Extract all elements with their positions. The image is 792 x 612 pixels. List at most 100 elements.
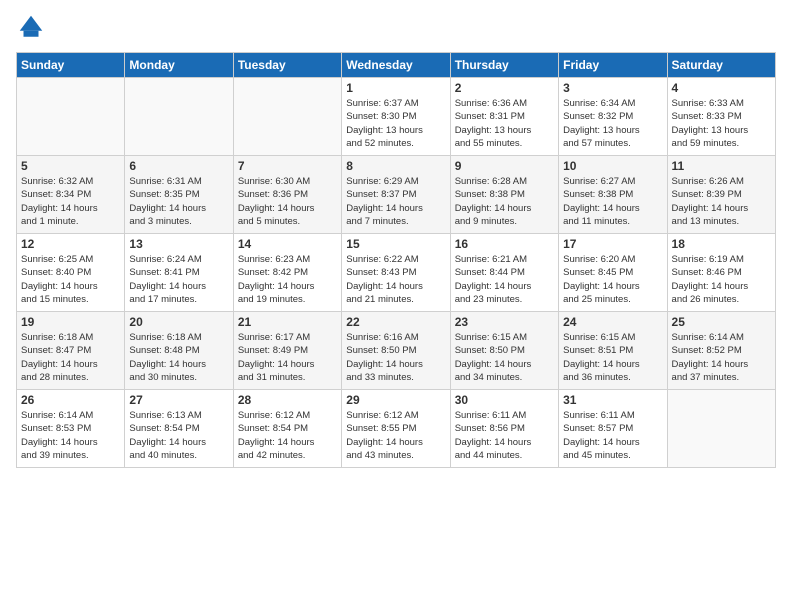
day-info: Sunrise: 6:13 AM Sunset: 8:54 PM Dayligh…	[129, 409, 228, 462]
day-info: Sunrise: 6:34 AM Sunset: 8:32 PM Dayligh…	[563, 97, 662, 150]
day-number: 1	[346, 81, 445, 95]
calendar-cell: 29Sunrise: 6:12 AM Sunset: 8:55 PM Dayli…	[342, 390, 450, 468]
day-info: Sunrise: 6:16 AM Sunset: 8:50 PM Dayligh…	[346, 331, 445, 384]
day-number: 13	[129, 237, 228, 251]
day-info: Sunrise: 6:18 AM Sunset: 8:47 PM Dayligh…	[21, 331, 120, 384]
calendar-cell	[125, 78, 233, 156]
day-number: 24	[563, 315, 662, 329]
calendar-cell: 12Sunrise: 6:25 AM Sunset: 8:40 PM Dayli…	[17, 234, 125, 312]
day-number: 26	[21, 393, 120, 407]
day-number: 6	[129, 159, 228, 173]
calendar-cell: 14 Sunrise: 6:23 AM Sunset: 8:42 PM Dayli…	[233, 234, 341, 312]
day-info: Sunrise: 6:11 AM Sunset: 8:57 PM Dayligh…	[563, 409, 662, 462]
calendar-cell: 15 Sunrise: 6:22 AM Sunset: 8:43 PM Dayli…	[342, 234, 450, 312]
day-info: Sunrise: 6:12 AM Sunset: 8:55 PM Dayligh…	[346, 409, 445, 462]
day-number: 20	[129, 315, 228, 329]
calendar-cell: 10 Sunrise: 6:27 AM Sunset: 8:38 PM Dayli…	[559, 156, 667, 234]
day-number: 25	[672, 315, 771, 329]
day-info: Sunrise: 6:33 AM Sunset: 8:33 PM Dayligh…	[672, 97, 771, 150]
day-info: Sunrise: 6:22 AM Sunset: 8:43 PM Dayligh…	[346, 253, 445, 306]
calendar-cell: 26 Sunrise: 6:14 AM Sunset: 8:53 PM Dayli…	[17, 390, 125, 468]
calendar-cell	[17, 78, 125, 156]
calendar-cell: 13 Sunrise: 6:24 AM Sunset: 8:41 PM Dayli…	[125, 234, 233, 312]
day-number: 5	[21, 159, 120, 173]
day-info: Sunrise: 6:31 AM Sunset: 8:35 PM Dayligh…	[129, 175, 228, 228]
day-number: 15	[346, 237, 445, 251]
weekday-header-friday: Friday	[559, 53, 667, 78]
logo	[16, 12, 50, 42]
day-info: Sunrise: 6:25 AM Sunset: 8:40 PM Dayligh…	[21, 253, 120, 306]
day-info: Sunrise: 6:14 AM Sunset: 8:52 PM Dayligh…	[672, 331, 771, 384]
calendar-cell	[667, 390, 775, 468]
weekday-header-thursday: Thursday	[450, 53, 558, 78]
calendar-cell: 27 Sunrise: 6:13 AM Sunset: 8:54 PM Dayli…	[125, 390, 233, 468]
calendar-cell: 6 Sunrise: 6:31 AM Sunset: 8:35 PM Daylig…	[125, 156, 233, 234]
day-number: 8	[346, 159, 445, 173]
calendar-cell: 24 Sunrise: 6:15 AM Sunset: 8:51 PM Dayli…	[559, 312, 667, 390]
calendar-cell: 11 Sunrise: 6:26 AM Sunset: 8:39 PM Dayli…	[667, 156, 775, 234]
weekday-header-monday: Monday	[125, 53, 233, 78]
day-info: Sunrise: 6:12 AM Sunset: 8:54 PM Dayligh…	[238, 409, 337, 462]
page-container: SundayMondayTuesdayWednesdayThursdayFrid…	[0, 0, 792, 476]
day-number: 27	[129, 393, 228, 407]
day-number: 23	[455, 315, 554, 329]
day-info: Sunrise: 6:15 AM Sunset: 8:51 PM Dayligh…	[563, 331, 662, 384]
day-info: Sunrise: 6:20 AM Sunset: 8:45 PM Dayligh…	[563, 253, 662, 306]
calendar-cell: 8Sunrise: 6:29 AM Sunset: 8:37 PM Daylig…	[342, 156, 450, 234]
day-number: 14	[238, 237, 337, 251]
calendar-cell: 16 Sunrise: 6:21 AM Sunset: 8:44 PM Dayli…	[450, 234, 558, 312]
day-info: Sunrise: 6:26 AM Sunset: 8:39 PM Dayligh…	[672, 175, 771, 228]
day-number: 17	[563, 237, 662, 251]
day-info: Sunrise: 6:37 AM Sunset: 8:30 PM Dayligh…	[346, 97, 445, 150]
day-info: Sunrise: 6:30 AM Sunset: 8:36 PM Dayligh…	[238, 175, 337, 228]
day-number: 9	[455, 159, 554, 173]
calendar-week-2: 5Sunrise: 6:32 AM Sunset: 8:34 PM Daylig…	[17, 156, 776, 234]
day-number: 4	[672, 81, 771, 95]
calendar-cell: 17 Sunrise: 6:20 AM Sunset: 8:45 PM Dayli…	[559, 234, 667, 312]
calendar-cell: 21 Sunrise: 6:17 AM Sunset: 8:49 PM Dayli…	[233, 312, 341, 390]
calendar-body: 1 Sunrise: 6:37 AM Sunset: 8:30 PM Daylig…	[17, 78, 776, 468]
day-info: Sunrise: 6:28 AM Sunset: 8:38 PM Dayligh…	[455, 175, 554, 228]
day-info: Sunrise: 6:14 AM Sunset: 8:53 PM Dayligh…	[21, 409, 120, 462]
logo-icon	[16, 12, 46, 42]
day-number: 16	[455, 237, 554, 251]
calendar-cell: 22 Sunrise: 6:16 AM Sunset: 8:50 PM Dayli…	[342, 312, 450, 390]
day-number: 10	[563, 159, 662, 173]
weekday-header-wednesday: Wednesday	[342, 53, 450, 78]
calendar-cell: 30Sunrise: 6:11 AM Sunset: 8:56 PM Dayli…	[450, 390, 558, 468]
calendar-week-4: 19 Sunrise: 6:18 AM Sunset: 8:47 PM Dayli…	[17, 312, 776, 390]
day-number: 30	[455, 393, 554, 407]
weekday-header-saturday: Saturday	[667, 53, 775, 78]
calendar-week-3: 12Sunrise: 6:25 AM Sunset: 8:40 PM Dayli…	[17, 234, 776, 312]
calendar-cell: 31 Sunrise: 6:11 AM Sunset: 8:57 PM Dayli…	[559, 390, 667, 468]
day-number: 7	[238, 159, 337, 173]
calendar-cell: 2Sunrise: 6:36 AM Sunset: 8:31 PM Daylig…	[450, 78, 558, 156]
header	[16, 12, 776, 42]
day-info: Sunrise: 6:27 AM Sunset: 8:38 PM Dayligh…	[563, 175, 662, 228]
calendar-cell	[233, 78, 341, 156]
day-number: 19	[21, 315, 120, 329]
day-number: 31	[563, 393, 662, 407]
day-info: Sunrise: 6:24 AM Sunset: 8:41 PM Dayligh…	[129, 253, 228, 306]
calendar-cell: 1 Sunrise: 6:37 AM Sunset: 8:30 PM Daylig…	[342, 78, 450, 156]
calendar-cell: 3 Sunrise: 6:34 AM Sunset: 8:32 PM Daylig…	[559, 78, 667, 156]
calendar-week-5: 26 Sunrise: 6:14 AM Sunset: 8:53 PM Dayli…	[17, 390, 776, 468]
calendar-cell: 18Sunrise: 6:19 AM Sunset: 8:46 PM Dayli…	[667, 234, 775, 312]
day-number: 28	[238, 393, 337, 407]
calendar-cell: 20 Sunrise: 6:18 AM Sunset: 8:48 PM Dayli…	[125, 312, 233, 390]
calendar-table: SundayMondayTuesdayWednesdayThursdayFrid…	[16, 52, 776, 468]
day-info: Sunrise: 6:21 AM Sunset: 8:44 PM Dayligh…	[455, 253, 554, 306]
day-info: Sunrise: 6:15 AM Sunset: 8:50 PM Dayligh…	[455, 331, 554, 384]
day-number: 22	[346, 315, 445, 329]
day-number: 18	[672, 237, 771, 251]
day-info: Sunrise: 6:18 AM Sunset: 8:48 PM Dayligh…	[129, 331, 228, 384]
day-number: 3	[563, 81, 662, 95]
calendar-cell: 28 Sunrise: 6:12 AM Sunset: 8:54 PM Dayli…	[233, 390, 341, 468]
day-number: 11	[672, 159, 771, 173]
day-info: Sunrise: 6:23 AM Sunset: 8:42 PM Dayligh…	[238, 253, 337, 306]
weekday-header-sunday: Sunday	[17, 53, 125, 78]
day-info: Sunrise: 6:17 AM Sunset: 8:49 PM Dayligh…	[238, 331, 337, 384]
calendar-cell: 19 Sunrise: 6:18 AM Sunset: 8:47 PM Dayli…	[17, 312, 125, 390]
calendar-cell: 4 Sunrise: 6:33 AM Sunset: 8:33 PM Daylig…	[667, 78, 775, 156]
day-number: 21	[238, 315, 337, 329]
